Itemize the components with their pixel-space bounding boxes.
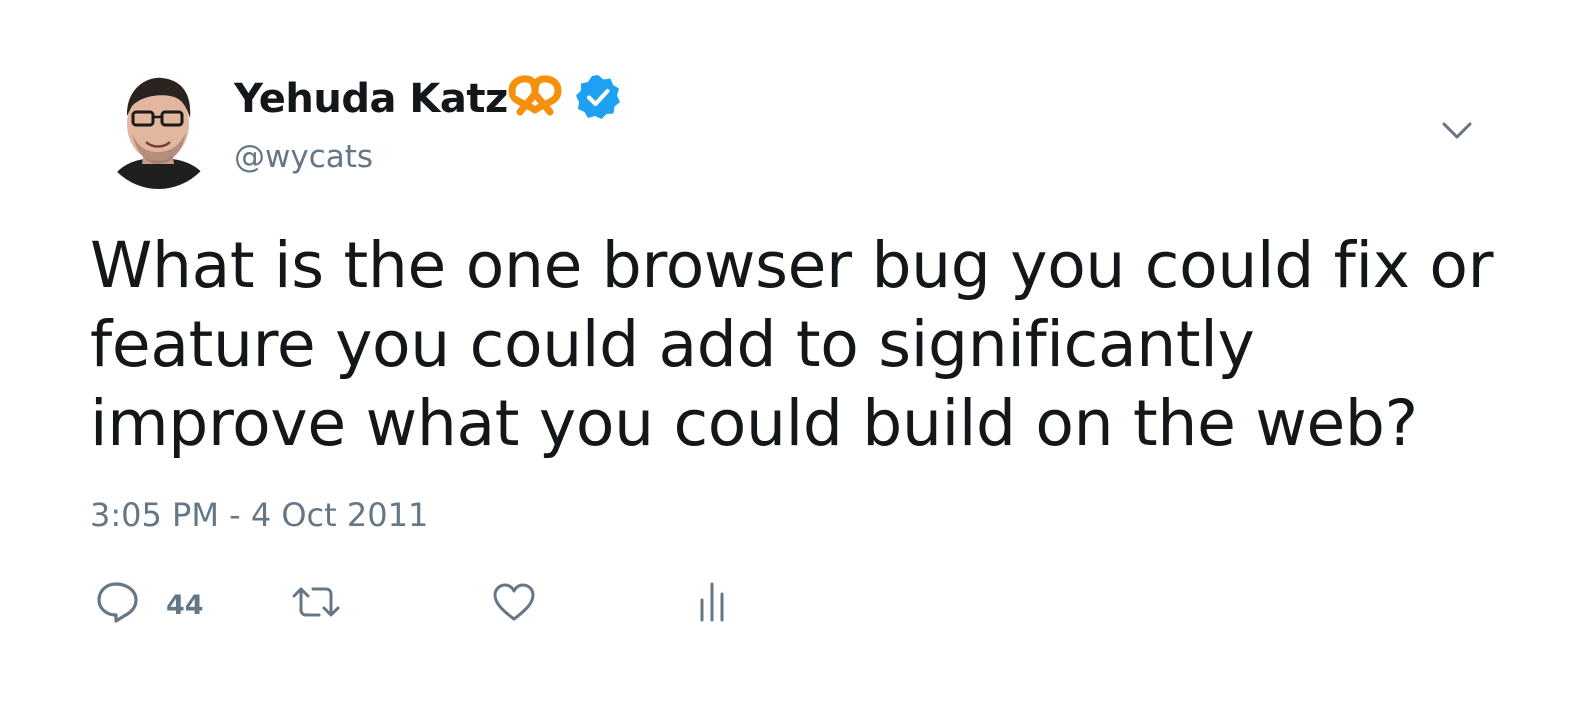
tweet-timestamp[interactable]: 3:05 PM - 4 Oct 2011 xyxy=(90,496,428,534)
avatar-photo xyxy=(100,72,217,189)
tweet-menu-button[interactable] xyxy=(1434,112,1480,150)
avatar[interactable] xyxy=(100,72,217,189)
user-handle[interactable]: @wycats xyxy=(234,139,373,175)
verified-badge-icon xyxy=(576,75,620,119)
reply-button[interactable]: 44 xyxy=(94,578,224,626)
reply-icon xyxy=(97,582,138,623)
heart-icon xyxy=(493,583,535,621)
tweet-card: Yehuda Katz @wycats What is the one brow… xyxy=(0,0,1582,701)
pretzel-icon xyxy=(508,75,562,116)
chevron-down-icon xyxy=(1442,122,1472,139)
retweet-button[interactable] xyxy=(290,578,342,626)
analytics-button[interactable] xyxy=(694,578,734,626)
display-name[interactable]: Yehuda Katz xyxy=(234,76,508,122)
tweet-text: What is the one browser bug you could fi… xyxy=(90,229,1494,460)
like-button[interactable] xyxy=(490,578,538,626)
retweet-icon xyxy=(292,587,340,617)
reply-count: 44 xyxy=(166,590,204,621)
analytics-icon xyxy=(700,582,724,622)
